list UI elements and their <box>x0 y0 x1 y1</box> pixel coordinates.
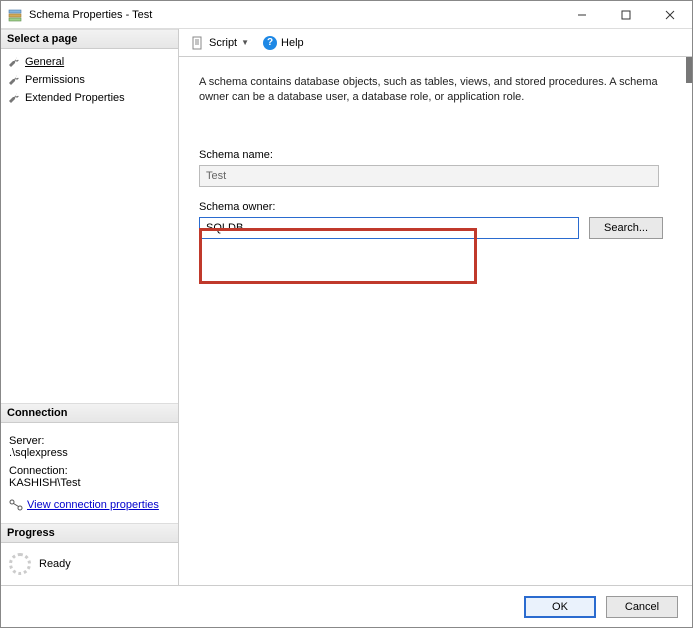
progress-state: Ready <box>39 558 71 570</box>
content-area: A schema contains database objects, such… <box>179 57 692 585</box>
page-item-permissions[interactable]: Permissions <box>3 71 176 89</box>
maximize-button[interactable] <box>604 1 648 28</box>
select-page-header: Select a page <box>1 29 178 49</box>
schema-owner-input[interactable] <box>199 217 579 239</box>
wrench-icon <box>7 91 21 105</box>
page-item-extended-properties[interactable]: Extended Properties <box>3 89 176 107</box>
dialog-footer: OK Cancel <box>1 585 692 627</box>
schema-name-label: Schema name: <box>199 149 672 161</box>
page-item-general[interactable]: General <box>3 53 176 71</box>
ok-button[interactable]: OK <box>524 596 596 618</box>
right-pane: Script ▼ ? Help A schema contains databa… <box>179 29 692 585</box>
help-icon: ? <box>263 36 277 50</box>
minimize-button[interactable] <box>560 1 604 28</box>
progress-header: Progress <box>1 523 178 543</box>
page-label: General <box>25 56 64 68</box>
server-label: Server: <box>9 435 170 447</box>
progress-block: Ready <box>1 543 178 585</box>
search-button[interactable]: Search... <box>589 217 663 239</box>
cancel-button[interactable]: Cancel <box>606 596 678 618</box>
page-label: Extended Properties <box>25 92 125 104</box>
connection-header: Connection <box>1 403 178 423</box>
schema-name-input <box>199 165 659 187</box>
titlebar: Schema Properties - Test <box>1 1 692 29</box>
schema-owner-label: Schema owner: <box>199 201 672 213</box>
spinner-icon <box>9 553 31 575</box>
wrench-icon <box>7 55 21 69</box>
wrench-icon <box>7 73 21 87</box>
app-icon <box>7 7 23 23</box>
page-list: General Permissions Extended Properties <box>1 49 178 111</box>
schema-description: A schema contains database objects, such… <box>199 75 672 105</box>
connection-value: KASHISH\Test <box>9 477 170 489</box>
view-connection-properties-link[interactable]: View connection properties <box>27 499 159 511</box>
toolbar: Script ▼ ? Help <box>179 29 692 57</box>
connection-label: Connection: <box>9 465 170 477</box>
schema-properties-dialog: Schema Properties - Test Select a page G… <box>0 0 693 628</box>
chevron-down-icon: ▼ <box>241 38 249 47</box>
page-label: Permissions <box>25 74 85 86</box>
window-title: Schema Properties - Test <box>29 9 560 21</box>
script-button[interactable]: Script ▼ <box>187 34 253 52</box>
help-button[interactable]: ? Help <box>259 34 308 52</box>
help-label: Help <box>281 37 304 49</box>
connection-block: Server: .\sqlexpress Connection: KASHISH… <box>1 423 178 523</box>
left-pane: Select a page General Permissions <box>1 29 179 585</box>
script-label: Script <box>209 37 237 49</box>
server-value: .\sqlexpress <box>9 447 170 459</box>
connection-icon <box>9 499 23 511</box>
script-icon <box>191 36 205 50</box>
close-button[interactable] <box>648 1 692 28</box>
